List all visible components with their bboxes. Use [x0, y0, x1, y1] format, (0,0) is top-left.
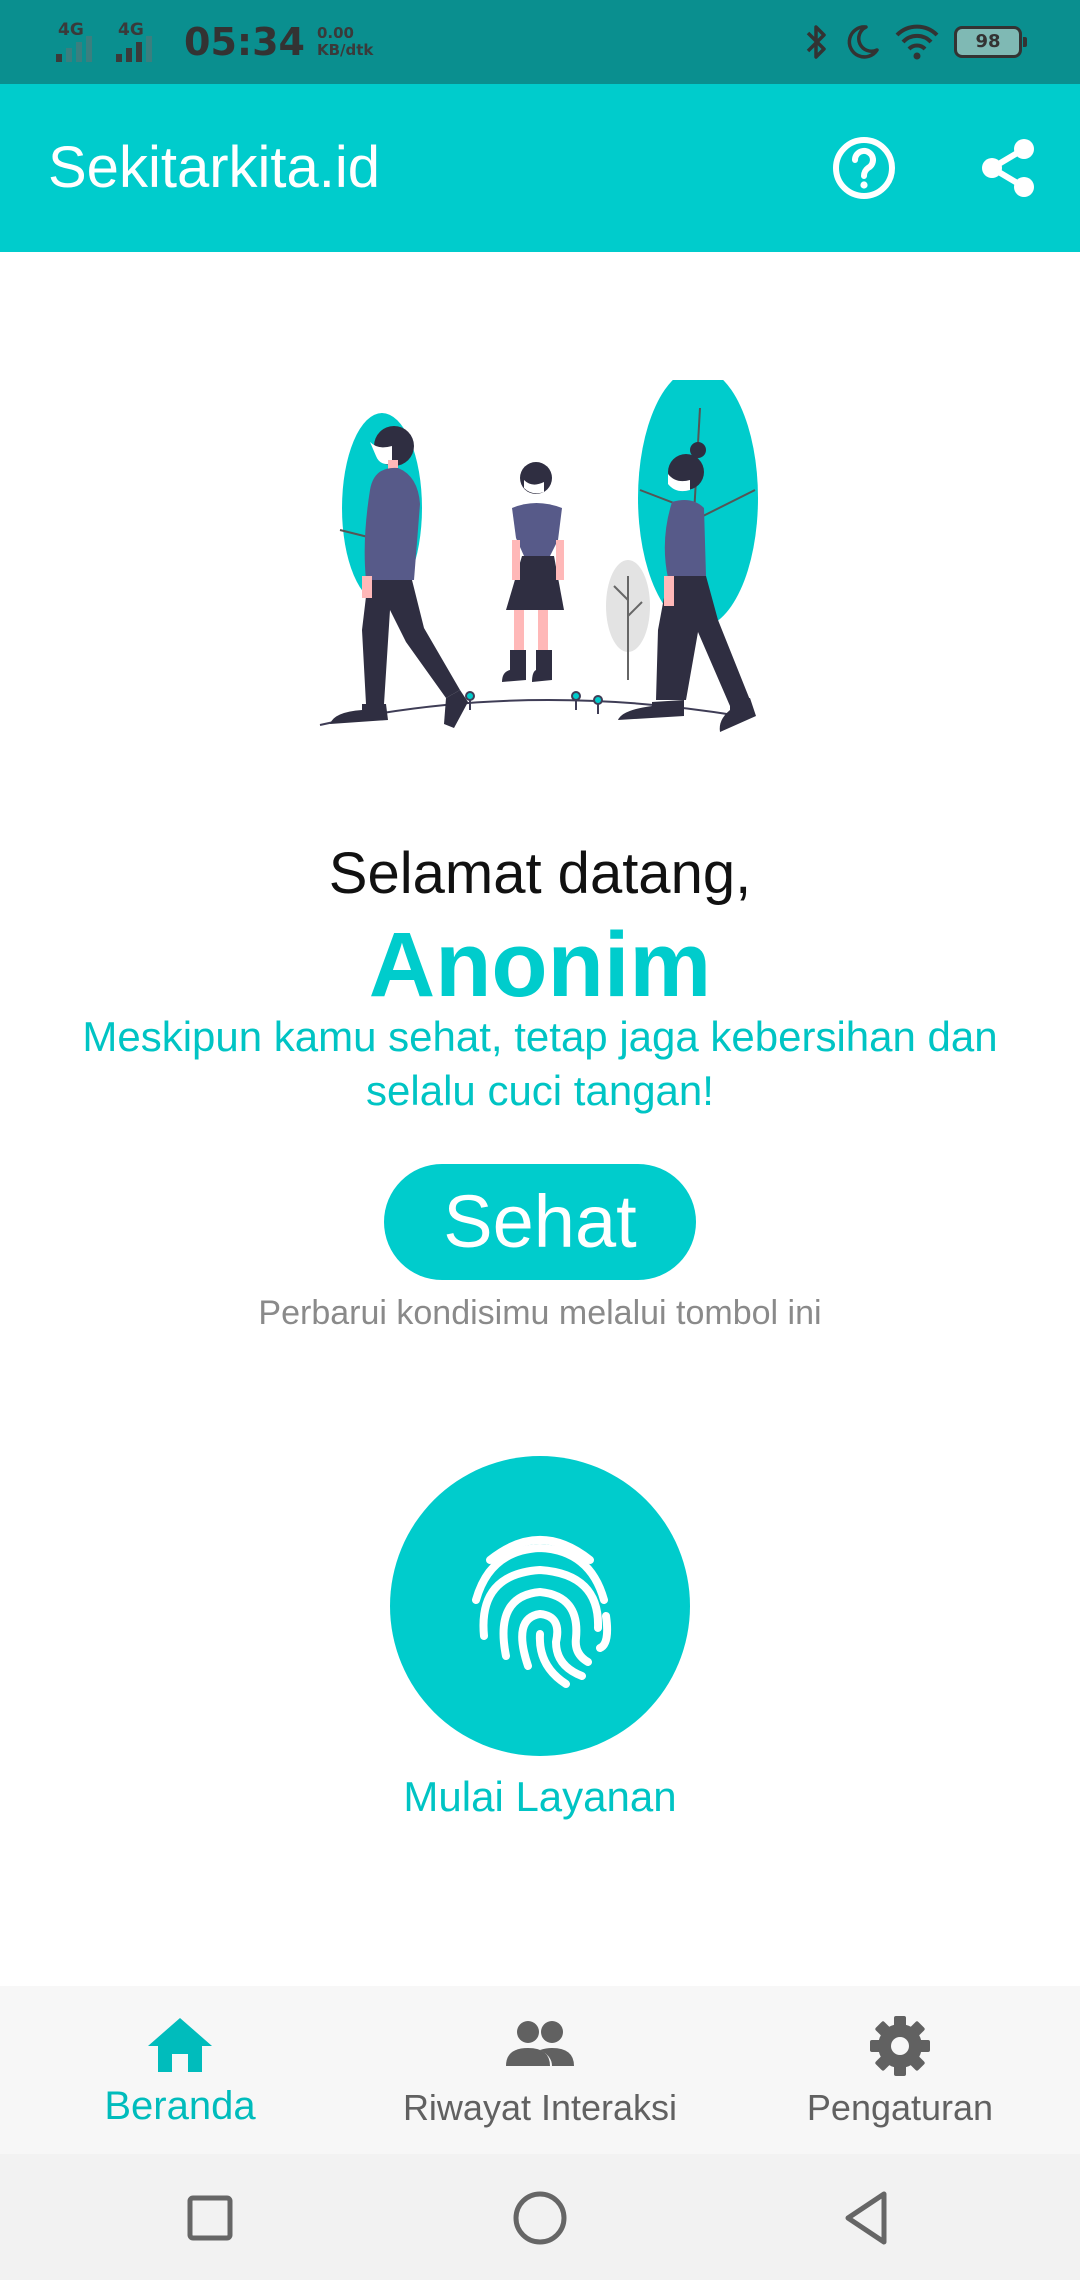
people-icon	[506, 2021, 574, 2066]
nav-label-beranda: Beranda	[104, 2084, 256, 2128]
signal-sim2-icon: 4G	[116, 20, 162, 64]
nav-item-riwayat-interaksi[interactable]: Riwayat Interaksi	[360, 1986, 720, 2154]
share-icon[interactable]	[972, 132, 1044, 204]
bluetooth-icon	[806, 25, 826, 59]
health-status-button[interactable]: Sehat	[384, 1164, 696, 1280]
bottom-navigation: Beranda Riwayat Interaksi Pengaturan	[0, 1986, 1080, 2154]
start-service-label[interactable]: Mulai Layanan	[0, 1770, 1080, 1824]
signal-sim1-icon: 4G	[56, 20, 102, 64]
home-circle-icon[interactable]	[510, 2188, 570, 2248]
back-triangle-icon[interactable]	[838, 2188, 898, 2248]
health-message: Meskipun kamu sehat, tetap jaga kebersih…	[82, 1013, 998, 1114]
nav-item-pengaturan[interactable]: Pengaturan	[720, 1986, 1080, 2154]
gear-icon	[870, 2016, 930, 2076]
app-title: Sekitarkita.id	[48, 135, 381, 200]
status-bar: 4G 4G 05:34 0.00 KB/dtk 98	[0, 0, 1080, 84]
user-name: Anonim	[368, 914, 712, 1016]
status-right: 98	[804, 20, 1027, 64]
fingerprint-icon	[472, 1536, 612, 1688]
home-icon	[148, 2018, 212, 2072]
speed-unit: KB/dtk	[316, 41, 374, 59]
app-bar: Sekitarkita.id	[0, 84, 1080, 252]
battery-icon: 98	[954, 26, 1027, 58]
speed-value: 0.00	[316, 24, 354, 42]
nav-label-pengaturan: Pengaturan	[806, 2087, 994, 2128]
help-icon[interactable]	[828, 132, 900, 204]
nav-label-riwayat-interaksi: Riwayat Interaksi	[402, 2087, 678, 2128]
screen: 4G 4G 05:34 0.00 KB/dtk 98 Sekitarkita.i…	[0, 0, 1080, 2280]
wifi-icon	[895, 24, 939, 60]
start-service-button[interactable]	[390, 1456, 690, 1756]
people-walking-illustration	[319, 380, 758, 732]
clock: 05:34	[184, 20, 305, 64]
moon-icon	[847, 25, 879, 59]
network-speed: 0.00 KB/dtk	[317, 25, 373, 59]
recents-square-icon[interactable]	[180, 2188, 240, 2248]
status-left: 4G 4G 05:34 0.00 KB/dtk	[56, 16, 373, 68]
welcome-text: Selamat datang,	[328, 841, 752, 906]
nav-item-beranda[interactable]: Beranda	[0, 1986, 360, 2154]
system-navigation-bar	[0, 2154, 1080, 2280]
update-condition-hint: Perbarui kondisimu melalui tombol ini	[258, 1294, 822, 1332]
